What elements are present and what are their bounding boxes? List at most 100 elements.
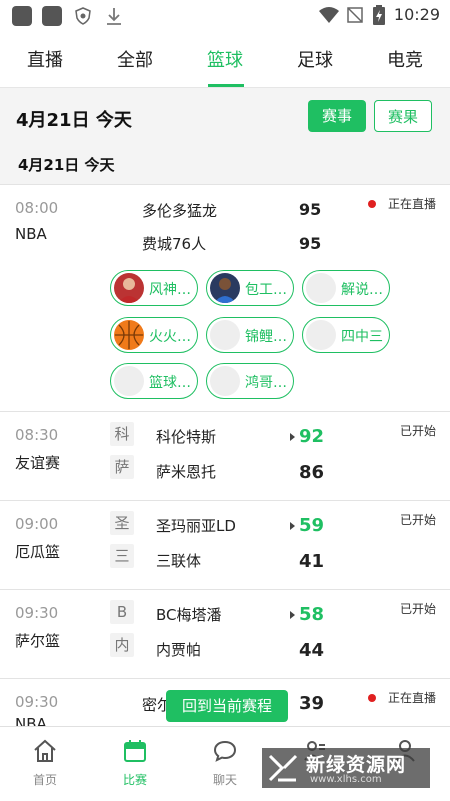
live-dot-icon [368,694,376,702]
match-time: 09:30 [15,604,59,622]
shield-icon [75,7,91,25]
streamer-name: 包工… [245,282,287,298]
wifi-icon [319,7,339,23]
blank-avatar-icon [306,320,336,350]
notification-icon [42,6,62,26]
home-team: 科伦特斯 [156,428,217,446]
battery-icon [373,5,385,25]
streamer-name: 解说… [341,282,383,298]
nav-home[interactable]: 首页 [0,727,90,801]
watermark: 新绿资源网 www.xlhs.com [262,748,430,788]
status-bar: 10:29 [0,0,450,30]
nav-label: 比赛 [122,773,147,787]
match-league: 友谊赛 [15,454,61,472]
match-time: 08:30 [15,426,59,444]
match-status: 正在直播 [387,197,436,211]
streamer-name: 风神… [149,282,191,298]
tab-esports[interactable]: 电竞 [360,46,450,72]
away-team: 费城76人 [142,235,207,253]
chat-icon [213,740,237,762]
tab-basketball[interactable]: 篮球 [180,46,270,72]
streamer-chip[interactable]: 解说… [302,270,390,306]
streamer-chip[interactable]: 锦鲤… [206,317,294,353]
match-league: NBA [15,225,47,243]
tab-football[interactable]: 足球 [270,46,360,72]
streamer-name: 篮球… [149,375,191,391]
back-to-current-button[interactable]: 回到当前赛程 [166,690,288,722]
away-team: 萨米恩托 [156,463,217,481]
match-league: 厄瓜篮 [15,543,61,561]
away-team-badge: 三 [110,544,134,568]
away-score: 95 [299,234,322,253]
streamer-name: 锦鲤… [245,329,287,345]
streamer-chip[interactable]: 四中三 [302,317,390,353]
home-team-badge: 科 [110,422,134,446]
player-avatar-icon [114,273,144,303]
streamer-chip[interactable]: 包工… [206,270,294,306]
home-score: 92 [299,426,325,447]
no-signal-icon [347,7,363,23]
streamer-chip[interactable]: 鸿哥… [206,363,294,399]
match-card[interactable]: 08:00 NBA 多伦多猛龙 费城76人 95 95 正在直播 风神… 包工…… [0,185,450,412]
home-team-badge: B [110,600,134,624]
live-dot-icon [368,200,376,208]
results-button[interactable]: 赛果 [374,100,432,132]
nav-matches[interactable]: 比赛 [90,727,180,801]
calendar-icon [124,740,146,762]
sport-tabs: 直播 全部 篮球 足球 电竞 [0,30,450,88]
home-team: 多伦多猛龙 [142,202,218,220]
away-score: 44 [299,640,325,661]
blank-avatar-icon [210,320,240,350]
date-title: 4月21日 今天 [16,110,132,131]
home-team: BC梅塔潘 [156,606,222,624]
home-team: 圣玛丽亚LD [156,517,236,535]
player-avatar-icon [210,273,240,303]
home-team-badge: 圣 [110,511,134,535]
basketball-avatar-icon [114,320,144,350]
match-status: 已开始 [399,602,436,616]
nav-chat[interactable]: 聊天 [180,727,270,801]
match-card[interactable]: 09:00 厄瓜篮 圣 三 圣玛丽亚LD 三联体 59 41 已开始 [0,501,450,590]
streamer-name: 四中三 [341,329,383,345]
match-card[interactable]: 09:30 萨尔篮 B 内 BC梅塔潘 内贾帕 58 44 已开始 [0,590,450,679]
events-button[interactable]: 赛事 [308,100,366,132]
away-team: 内贾帕 [156,641,202,659]
streamer-name: 火火… [149,329,191,345]
streamer-chip[interactable]: 风神… [110,270,198,306]
streamer-chip[interactable]: 火火… [110,317,198,353]
date-section-label: 4月21日 今天 [18,156,115,174]
watermark-text: 新绿资源网 [306,754,407,776]
possession-arrow-icon [290,611,295,619]
notification-icon [12,6,32,26]
date-header: 4月21日 今天 赛事 赛果 4月21日 今天 [0,88,450,185]
away-team: 三联体 [156,552,202,570]
match-time: 08:00 [15,199,59,217]
away-score: 86 [299,462,325,483]
blank-avatar-icon [306,273,336,303]
match-time: 09:00 [15,515,59,533]
home-icon [34,739,56,762]
match-league: 萨尔篮 [15,632,61,650]
watermark-logo-icon [268,754,298,782]
away-team-badge: 萨 [110,455,134,479]
away-score: 41 [299,551,325,572]
nav-label: 聊天 [212,773,237,787]
streamer-chip[interactable]: 篮球… [110,363,198,399]
tab-all[interactable]: 全部 [90,46,180,72]
match-status: 已开始 [399,424,436,438]
match-time: 09:30 [15,693,59,711]
tab-live[interactable]: 直播 [0,46,90,72]
home-score: 59 [299,515,325,536]
match-status: 正在直播 [387,691,436,705]
match-card[interactable]: 08:30 友谊赛 科 萨 科伦特斯 萨米恩托 92 86 已开始 [0,412,450,501]
match-status: 已开始 [399,513,436,527]
blank-avatar-icon [114,366,144,396]
home-score: 95 [299,200,322,219]
watermark-url: www.xlhs.com [310,774,382,785]
home-score: 58 [299,604,325,625]
active-tab-indicator [208,84,244,87]
blank-avatar-icon [210,366,240,396]
streamer-name: 鸿哥… [245,375,287,391]
nav-label: 首页 [32,773,57,787]
download-icon [107,8,121,25]
